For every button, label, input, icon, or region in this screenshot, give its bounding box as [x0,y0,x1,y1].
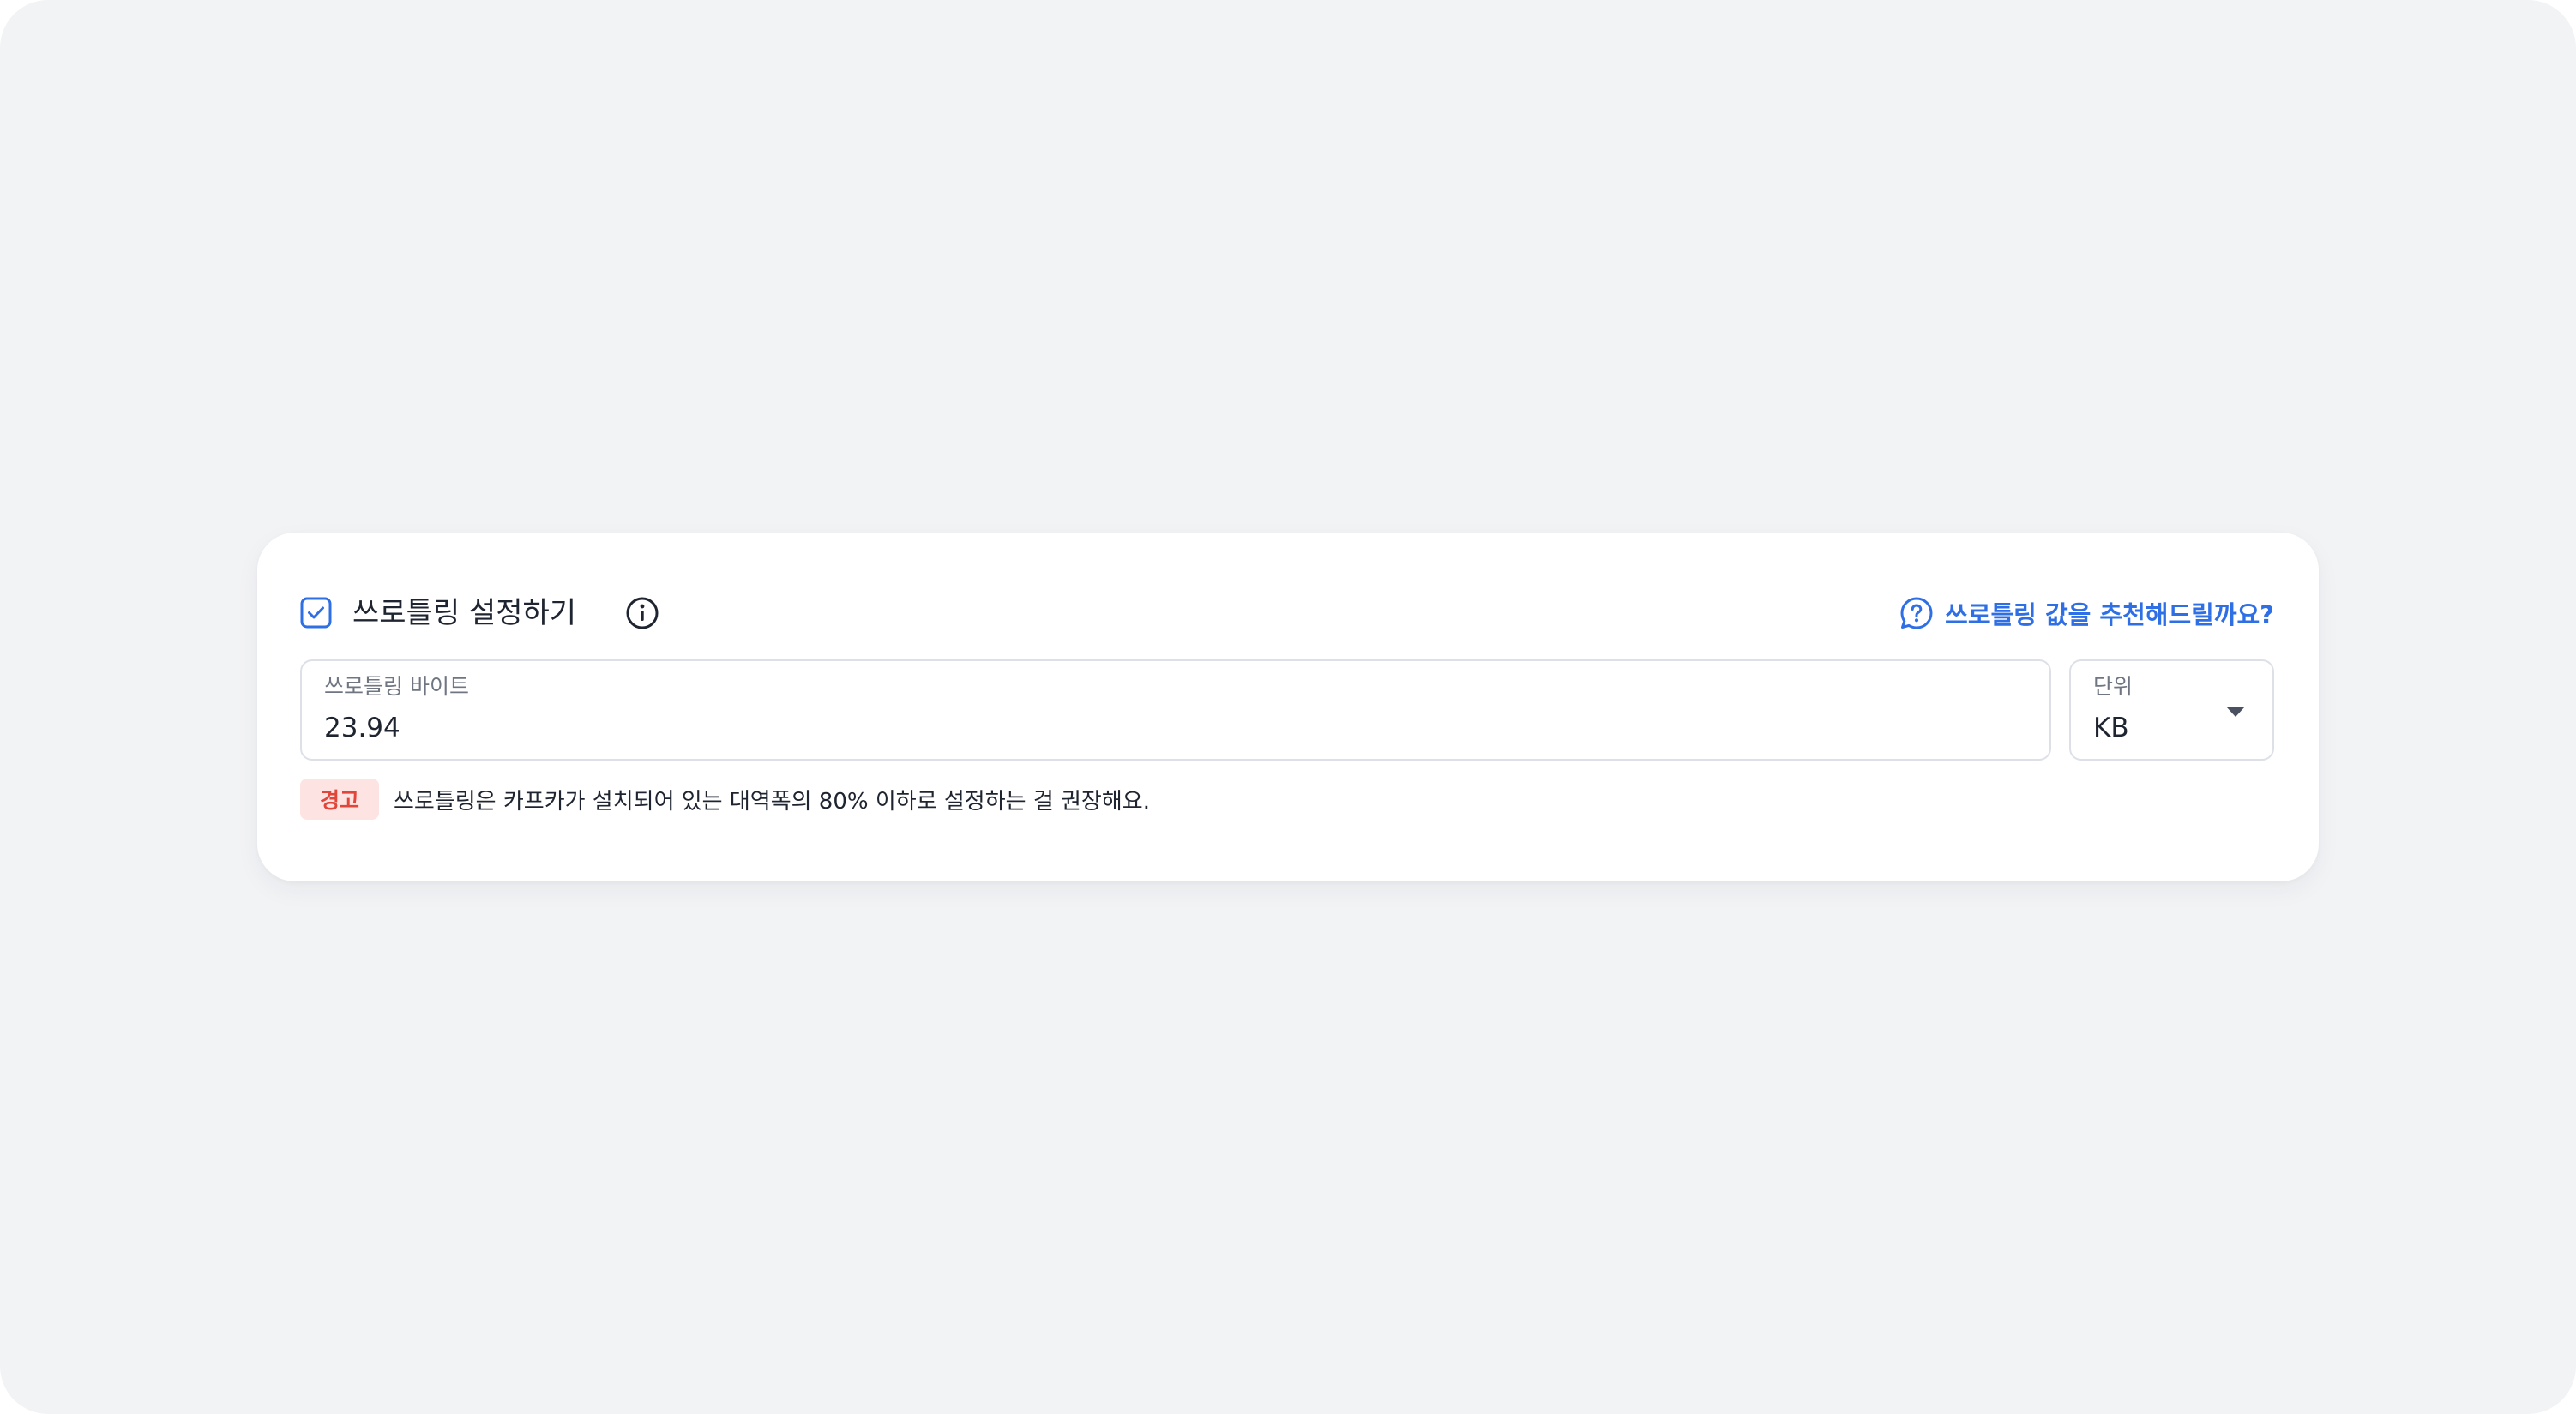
chat-question-icon [1900,597,1933,629]
checkbox-checked-icon [300,597,332,629]
page-background: 쓰로틀링 설정하기 쓰로틀링 값을 추천해드릴까요? 쓰로틀링 바이트 23.9… [0,0,2576,1414]
throttle-enable-checkbox[interactable] [300,597,332,629]
throttle-bytes-label: 쓰로틀링 바이트 [324,674,469,699]
caret-down-icon [2226,707,2245,717]
recommend-throttle-link[interactable]: 쓰로틀링 값을 추천해드릴까요? [1899,594,2274,632]
unit-select[interactable]: 단위 KB [2069,659,2274,761]
warning-message: 쓰로틀링은 카프카가 설치되어 있는 대역폭의 80% 이하로 설정하는 걸 권… [394,788,1150,815]
throttle-bytes-value: 23.94 [324,713,400,743]
info-icon[interactable] [624,595,660,631]
throttle-bytes-input[interactable]: 쓰로틀링 바이트 23.94 [300,659,2051,761]
unit-label: 단위 [2093,674,2134,699]
throttle-settings-card: 쓰로틀링 설정하기 쓰로틀링 값을 추천해드릴까요? 쓰로틀링 바이트 23.9… [257,533,2319,881]
unit-value: KB [2093,713,2129,743]
warning-badge: 경고 [300,779,379,820]
throttle-settings-title: 쓰로틀링 설정하기 [352,596,577,630]
card-header: 쓰로틀링 설정하기 쓰로틀링 값을 추천해드릴까요? [300,587,2274,639]
recommend-link-label: 쓰로틀링 값을 추천해드릴까요? [1945,600,2274,629]
warning-row: 경고 쓰로틀링은 카프카가 설치되어 있는 대역폭의 80% 이하로 설정하는 … [300,778,1150,821]
